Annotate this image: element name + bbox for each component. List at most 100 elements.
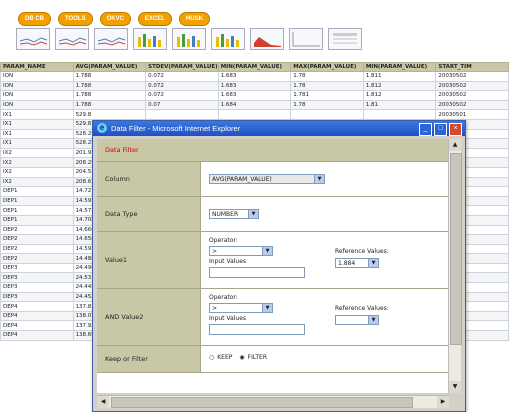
- value1-input[interactable]: [209, 267, 305, 278]
- table-cell: DEP1: [0, 195, 74, 207]
- scroll-up-icon[interactable]: ▲: [449, 139, 461, 151]
- table-cell: 1.781: [290, 90, 364, 101]
- table-cell: DEP3: [0, 291, 74, 303]
- column-select-value: AVG(PARAM_VALUE): [212, 176, 272, 183]
- table-cell: DEP3: [0, 262, 74, 274]
- table-cell: [362, 109, 437, 120]
- scroll-left-icon[interactable]: ◀: [97, 396, 109, 408]
- column-header[interactable]: PARAM_NAME: [0, 62, 74, 72]
- table-cell: DEP1: [0, 186, 74, 197]
- line-chart-icon[interactable]: [94, 28, 128, 50]
- table-cell: DEP4: [0, 320, 74, 332]
- minimize-icon[interactable]: _: [419, 123, 432, 136]
- close-icon[interactable]: ×: [449, 123, 462, 136]
- toolbar-button[interactable]: HUSK: [178, 12, 210, 26]
- chevron-down-icon: ▼: [314, 175, 324, 183]
- maximize-icon[interactable]: □: [434, 123, 447, 136]
- table-cell: 1.78: [290, 80, 364, 92]
- dialog-title: Data Filter - Microsoft Internet Explore…: [111, 124, 241, 133]
- column-header[interactable]: START_TIM: [435, 62, 509, 72]
- bar-chart-icon[interactable]: [172, 28, 206, 50]
- ie-icon: e: [97, 123, 107, 133]
- table-cell: DEP2: [0, 243, 74, 255]
- table-cell: 1.812: [362, 90, 437, 101]
- table-cell: DEP4: [0, 310, 74, 322]
- table-cell: IX1: [0, 118, 74, 130]
- table-cell: DEP1: [0, 205, 74, 216]
- scroll-right-icon[interactable]: ▶: [437, 396, 449, 408]
- table-cell: 1.811: [362, 71, 437, 82]
- column-select[interactable]: AVG(PARAM_VALUE) ▼: [209, 174, 325, 184]
- table-cell: 1.812: [362, 80, 437, 92]
- table-cell: 20030502: [435, 99, 509, 111]
- table-cell: 1.788: [72, 99, 147, 111]
- toolbar-button[interactable]: DB CB: [18, 12, 51, 26]
- table-cell: 20030502: [435, 71, 509, 82]
- bar-chart-icon[interactable]: [133, 28, 167, 50]
- table-cell: DEP1: [0, 214, 74, 226]
- table-row: ION 1.788 0.07 1.684 1.78 1.81 20030502: [0, 99, 509, 111]
- table-chart-icon[interactable]: [328, 28, 362, 50]
- data-type-select[interactable]: NUMBER ▼: [209, 209, 259, 219]
- column-header[interactable]: AVG(PARAM_VALUE): [72, 62, 147, 72]
- value2-input[interactable]: [209, 324, 305, 335]
- table-header: PARAM_NAME AVG(PARAM_VALUE) STDEV(PARAM_VA…: [0, 62, 509, 72]
- toolbar: DB CB TOOLS OKVC EXCEL HUSK: [18, 12, 210, 26]
- column-header[interactable]: MIN(PARAM_VALUE): [362, 62, 437, 72]
- column-header[interactable]: STDEV(PARAM_VALUE): [145, 62, 219, 72]
- keep-filter-row: Keep or Filter ○ KEEP ◉ FILTER: [97, 346, 449, 373]
- bar-chart-icon[interactable]: [211, 28, 245, 50]
- table-cell: ION: [0, 80, 74, 92]
- data-type-row: Data Type NUMBER ▼: [97, 197, 449, 232]
- table-cell: 1.683: [217, 80, 292, 92]
- dialog-titlebar[interactable]: e Data Filter - Microsoft Internet Explo…: [93, 121, 465, 136]
- table-cell: 529.8: [72, 109, 147, 120]
- scroll-thumb[interactable]: [450, 153, 462, 345]
- area-chart-icon[interactable]: [250, 28, 284, 50]
- toolbar-button[interactable]: OKVC: [99, 12, 131, 26]
- line-chart-icon[interactable]: [16, 28, 50, 50]
- reference2-select[interactable]: ▼: [335, 315, 379, 325]
- filter-radio[interactable]: ◉: [239, 354, 244, 361]
- scroll-down-icon[interactable]: ▼: [449, 381, 461, 393]
- table-cell: 0.072: [145, 90, 219, 101]
- table-cell: 1.684: [217, 99, 292, 111]
- chevron-down-icon: ▼: [262, 304, 272, 312]
- table-cell: 0.07: [145, 99, 219, 111]
- table-cell: [217, 109, 292, 120]
- table-cell: DEP2: [0, 224, 74, 236]
- column-header[interactable]: MIN(PARAM_VALUE): [217, 62, 292, 72]
- data-type-label: Data Type: [97, 197, 201, 231]
- vertical-scrollbar[interactable]: ▲ ▼: [448, 139, 462, 393]
- reference-values-label: Reference Values:: [335, 248, 389, 255]
- column-header[interactable]: MAX(PARAM_VALUE): [290, 62, 364, 72]
- table-cell: IX2: [0, 166, 74, 178]
- blank-chart-icon[interactable]: [289, 28, 323, 50]
- chart-type-bar: [16, 28, 362, 50]
- table-cell: DEP4: [0, 330, 74, 341]
- toolbar-button[interactable]: EXCEL: [137, 12, 172, 26]
- table-cell: 0.072: [145, 71, 219, 82]
- table-row: ION 1.788 0.072 1.683 1.78 1.812 20030502: [0, 80, 509, 92]
- table-cell: 20030502: [435, 80, 509, 92]
- horizontal-scrollbar[interactable]: ◀ ▶: [97, 395, 449, 408]
- table-cell: 1.683: [217, 71, 292, 82]
- operator1-select[interactable]: > ▼: [209, 246, 273, 256]
- value1-row: Value1 Operator: > ▼ Input Values Refere…: [97, 232, 449, 289]
- hscroll-thumb[interactable]: [111, 397, 413, 408]
- data-type-value: NUMBER: [212, 211, 239, 218]
- table-cell: IX2: [0, 157, 74, 168]
- value2-label: AND Value2: [97, 289, 201, 345]
- operator2-value: >: [212, 305, 218, 312]
- keep-filter-options: ○ KEEP ◉ FILTER: [209, 354, 267, 361]
- keep-option-label: KEEP: [217, 354, 233, 361]
- keep-radio[interactable]: ○: [209, 354, 214, 361]
- toolbar-button[interactable]: TOOLS: [58, 12, 93, 26]
- operator2-select[interactable]: > ▼: [209, 303, 273, 313]
- table-cell: IX1: [0, 128, 74, 140]
- line-chart-icon[interactable]: [55, 28, 89, 50]
- table-cell: ION: [0, 71, 74, 82]
- reference1-select[interactable]: 1.884 ▼: [335, 258, 379, 268]
- table-cell: DEP2: [0, 234, 74, 245]
- input-values-label: Input Values: [209, 258, 247, 265]
